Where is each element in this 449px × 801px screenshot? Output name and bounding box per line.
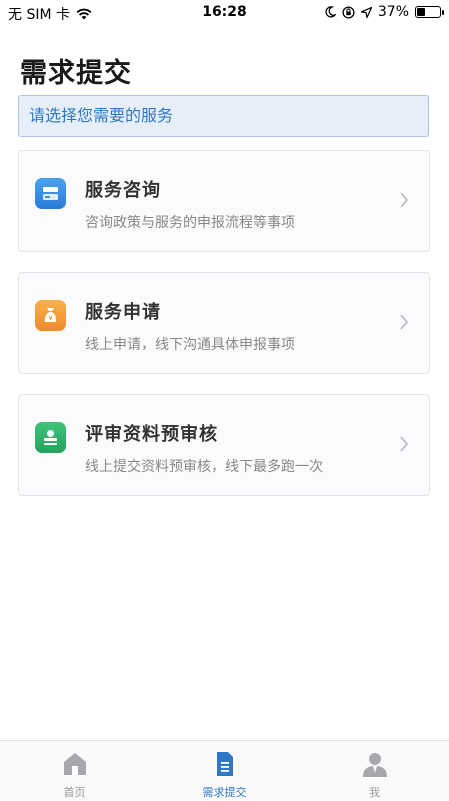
tab-home[interactable]: 首页 <box>0 741 149 801</box>
status-bar: 无 SIM 卡 16:28 37% <box>0 0 449 24</box>
bottom-tab-bar: 首页 需求提交 我 <box>0 740 449 800</box>
chat-icon <box>35 178 66 209</box>
service-desc: 线上提交资料预审核，线下最多跑一次 <box>85 459 323 475</box>
review-icon <box>35 422 66 453</box>
document-icon <box>216 752 233 776</box>
service-title: 服务咨询 <box>85 180 161 201</box>
service-desc: 咨询政策与服务的申报流程等事项 <box>85 215 295 231</box>
location-arrow-icon <box>360 6 372 18</box>
service-card-apply[interactable]: ¥ 服务申请 线上申请，线下沟通具体申报事项 <box>18 272 430 374</box>
battery-percent: 37% <box>377 4 409 20</box>
moon-icon <box>325 6 336 18</box>
svg-text:¥: ¥ <box>48 315 53 323</box>
money-bag-icon: ¥ <box>35 300 66 331</box>
page-title: 需求提交 <box>20 58 132 89</box>
battery-level <box>417 8 425 16</box>
rotation-lock-icon <box>342 5 355 19</box>
home-icon <box>63 753 86 775</box>
hint-banner: 请选择您需要的服务 <box>18 95 429 137</box>
chevron-right-icon <box>400 436 409 452</box>
tab-label: 首页 <box>63 786 86 799</box>
tab-label: 需求提交 <box>202 786 247 799</box>
chevron-right-icon <box>400 314 409 330</box>
status-right: 37% <box>325 4 444 20</box>
service-title: 服务申请 <box>85 302 161 323</box>
chevron-right-icon <box>400 192 409 208</box>
service-title: 评审资料预审核 <box>85 424 218 445</box>
tab-label: 我 <box>369 786 380 799</box>
user-icon <box>362 753 387 777</box>
service-card-review[interactable]: 评审资料预审核 线上提交资料预审核，线下最多跑一次 <box>18 394 430 496</box>
tab-me[interactable]: 我 <box>300 741 449 801</box>
tab-request-submit[interactable]: 需求提交 <box>150 741 299 801</box>
service-desc: 线上申请，线下沟通具体申报事项 <box>85 337 295 353</box>
service-card-consult[interactable]: 服务咨询 咨询政策与服务的申报流程等事项 <box>18 150 430 252</box>
battery-icon <box>415 6 444 18</box>
